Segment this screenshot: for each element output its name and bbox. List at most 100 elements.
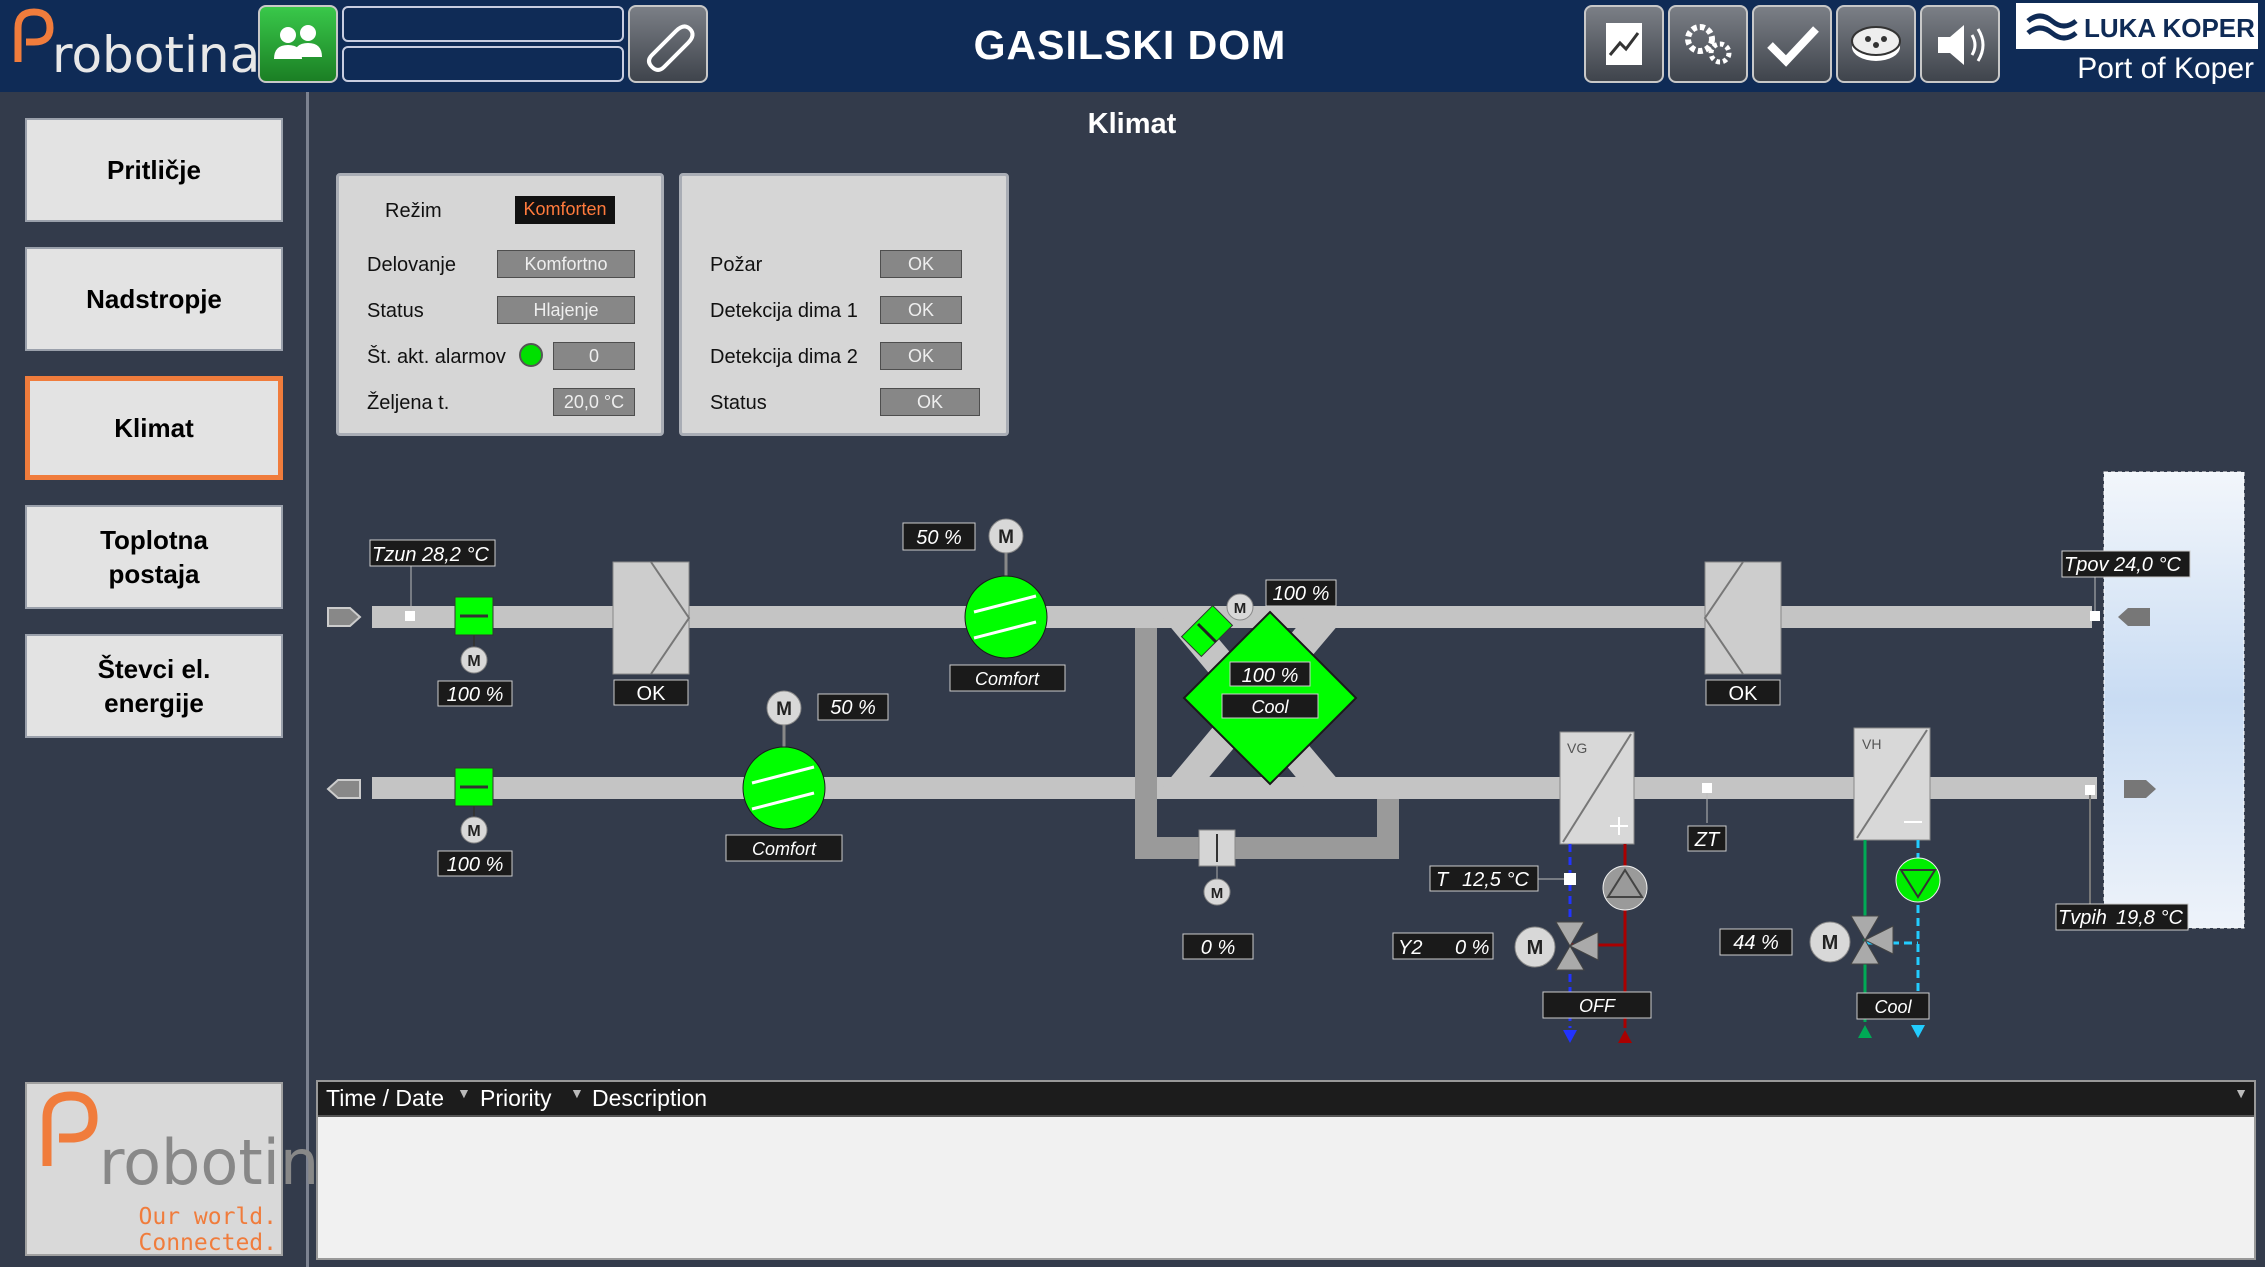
- tagline-1: Our world.: [138, 1204, 277, 1230]
- filter-icon[interactable]: ▼: [2234, 1085, 2248, 1101]
- filter-icon[interactable]: ▼: [570, 1085, 584, 1101]
- rezim-value: Komforten: [515, 196, 615, 224]
- supply-fan-pct: 50 %: [916, 527, 962, 549]
- tzun-value: 28,2 °C: [421, 544, 489, 566]
- alarm-table-header: Time / Date ▼ Priority ▼ Description ▼: [318, 1082, 2254, 1117]
- room-zone: [2103, 471, 2245, 929]
- heat-recovery-unit[interactable]: M 100 % 100 % Cool: [1180, 579, 1358, 786]
- header-input-1[interactable]: [342, 6, 624, 42]
- luka-koper-logo: LUKA KOPER: [2016, 3, 2258, 49]
- outlet-arrow-icon: [326, 779, 361, 799]
- zt-label: ZT: [1694, 829, 1721, 851]
- supply-arrow-icon: [2124, 780, 2156, 798]
- waves-icon: [2026, 13, 2078, 41]
- col-priority[interactable]: Priority: [480, 1085, 552, 1112]
- vg-y2-value: 0 %: [1455, 937, 1489, 959]
- users-button[interactable]: [258, 5, 338, 83]
- robotina-bottom-logo: robotina Our world. Connected.: [25, 1082, 357, 1256]
- bypass-damper[interactable]: M 0 %: [1182, 829, 1254, 960]
- status-label: Status: [367, 300, 424, 322]
- smoke1-value: OK: [880, 296, 962, 324]
- supply-fan[interactable]: 50 % M Comfort: [902, 518, 1066, 692]
- nav-toplotna-postaja[interactable]: Toplotna postaja: [25, 505, 283, 609]
- vh-valve[interactable]: M: [1809, 915, 1894, 965]
- supply-filter[interactable]: OK: [612, 561, 691, 706]
- status-panel: Režim Komforten Delovanje Komfortno Stat…: [336, 173, 664, 436]
- supply-filter-status: OK: [637, 683, 667, 705]
- vg-valve[interactable]: M: [1514, 921, 1599, 971]
- exhaust-damper[interactable]: M: [454, 767, 494, 844]
- nav-pritlicje[interactable]: Pritličje: [25, 118, 283, 222]
- cooling-coil-vg[interactable]: VG: [1559, 731, 1635, 845]
- vh-valve-motor-label: M: [1822, 932, 1839, 954]
- exhaust-fan[interactable]: M 50 % Comfort: [725, 690, 889, 862]
- tpov-label: Tpov: [2064, 554, 2109, 576]
- vg-t-value: 12,5 °C: [1462, 869, 1529, 891]
- film-button[interactable]: [1836, 5, 1916, 83]
- speaker-icon: [1938, 25, 1985, 65]
- trend-button[interactable]: [1584, 5, 1664, 83]
- delovanje-value: Komfortno: [497, 250, 635, 278]
- vh-label: VH: [1862, 736, 1881, 752]
- film-reel-icon: [1851, 26, 1901, 61]
- smoke1-label: Detekcija dima 1: [710, 300, 858, 322]
- vh-pump[interactable]: [1895, 857, 1941, 903]
- nav-nadstropje[interactable]: Nadstropje: [25, 247, 283, 351]
- attachment-button[interactable]: [628, 5, 708, 83]
- heating-coil-vh[interactable]: VH: [1853, 727, 1931, 841]
- safety-status-label: Status: [710, 392, 767, 414]
- alarm-indicator: [519, 343, 543, 367]
- trend-chart-icon: [1606, 23, 1642, 65]
- users-icon: [274, 25, 322, 59]
- delovanje-label: Delovanje: [367, 254, 456, 276]
- header-bar: robotina GASILSKI DOM LUKA KOPER Port of…: [0, 0, 2265, 92]
- bypass-motor-label: M: [1211, 885, 1224, 902]
- vh-mode: Cool: [1874, 997, 1912, 1017]
- smoke2-label: Detekcija dima 2: [710, 346, 858, 368]
- acknowledge-button[interactable]: [1752, 5, 1832, 83]
- tagline-2: Connected.: [138, 1230, 277, 1256]
- pozar-value: OK: [880, 250, 962, 278]
- nav-klimat[interactable]: Klimat: [25, 376, 283, 480]
- supply-fan-mode: Comfort: [975, 669, 1040, 689]
- supply-duct: [372, 606, 2092, 628]
- vg-t-label: T: [1436, 869, 1450, 891]
- pozar-label: Požar: [710, 254, 763, 276]
- alarms-value: 0: [553, 342, 635, 370]
- bypass-duct: [1135, 628, 1399, 859]
- brand-subtitle: Port of Koper: [2077, 52, 2254, 85]
- supply-damper[interactable]: M: [454, 596, 494, 674]
- alarm-table: Time / Date ▼ Priority ▼ Description ▼: [316, 1080, 2256, 1260]
- filter-icon[interactable]: ▼: [457, 1085, 471, 1101]
- col-time-date[interactable]: Time / Date: [326, 1085, 444, 1112]
- col-description[interactable]: Description: [592, 1085, 707, 1112]
- exhaust-fan-motor-label: M: [776, 699, 792, 720]
- return-filter-status: OK: [1729, 683, 1759, 705]
- settings-button[interactable]: [1668, 5, 1748, 83]
- safety-panel: Požar OK Detekcija dima 1 OK Detekcija d…: [679, 173, 1009, 436]
- page-title: Klimat: [1087, 108, 1177, 140]
- alarms-label: Št. akt. alarmov: [367, 346, 506, 368]
- sound-button[interactable]: [1920, 5, 2000, 83]
- vg-label: VG: [1567, 740, 1587, 756]
- robotina-logo-mark: [42, 1091, 98, 1166]
- exhaust-fan-mode: Comfort: [752, 839, 817, 859]
- exhaust-damper-motor-label: M: [467, 823, 480, 840]
- return-filter[interactable]: OK: [1703, 561, 1782, 706]
- header-input-2[interactable]: [342, 46, 624, 82]
- vh-valve-pct: 44 %: [1733, 932, 1779, 954]
- setpoint-label: Željena t.: [367, 392, 450, 414]
- supply-fan-motor-label: M: [998, 527, 1014, 548]
- robotina-logo-mark: [14, 8, 54, 62]
- nav-stevci[interactable]: Števci el. energije: [25, 634, 283, 738]
- smoke2-value: OK: [880, 342, 962, 370]
- exhaust-damper-pct: 100 %: [447, 854, 504, 876]
- status-value: Hlajenje: [497, 296, 635, 324]
- tvpih-value: 19,8 °C: [2116, 907, 2183, 929]
- vg-pump[interactable]: [1602, 865, 1648, 911]
- return-arrow-icon: [2118, 608, 2150, 626]
- settings-icon: [1685, 24, 1732, 65]
- setpoint-value[interactable]: 20,0 °C: [553, 388, 635, 416]
- hrv-damper-pct: 100 %: [1273, 583, 1330, 605]
- hrv-pct: 100 %: [1242, 665, 1299, 687]
